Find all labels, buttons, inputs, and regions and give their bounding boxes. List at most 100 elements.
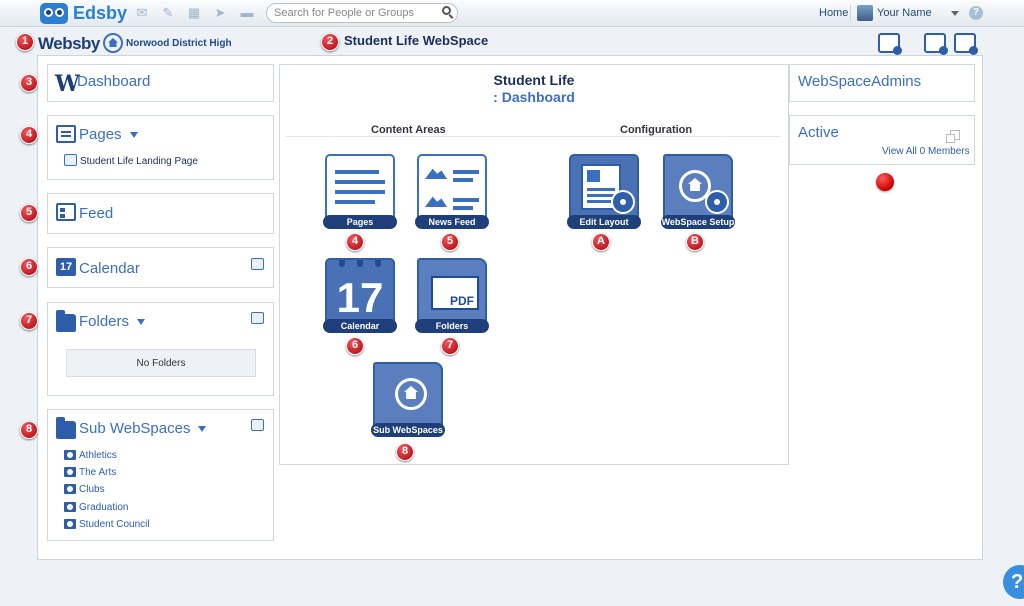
chevron-down-icon[interactable] [129,132,138,139]
calendar-tile-icon: 17 [325,258,395,326]
subspace-icon [64,484,76,494]
subspace-link[interactable]: Graduation [79,502,128,513]
subspace-icon [64,450,76,460]
folders-title[interactable]: Folders [79,313,146,330]
center-title: Student Life [493,72,575,88]
subspace-link[interactable]: Clubs [79,484,105,495]
marker-4: 4 [20,126,38,144]
calendar-icon [56,258,76,276]
marker-2: 2 [321,33,339,51]
marker-5: 5 [20,204,38,222]
webspace-setup-icon[interactable] [954,33,978,55]
folders-empty-state: No Folders [66,349,256,377]
websby-logo[interactable]: Websby [38,34,100,54]
folders-tile[interactable]: PDF Folders [415,258,489,334]
mail-icon[interactable]: ✉ [134,6,150,20]
edit-layout-icon[interactable] [924,33,948,55]
subspaces-title[interactable]: Sub WebSpaces [79,420,207,437]
webspace-setup-tile-icon [663,154,733,222]
pages-tile-label: Pages [323,215,397,229]
subspaces-tile-label: Sub WebSpaces [371,423,445,437]
marker-8: 8 [20,421,38,439]
subspaces-icon [56,417,76,439]
configuration-heading: Configuration [620,124,693,136]
folders-icon [56,310,76,332]
edit-layout-tile-label: Edit Layout [567,215,641,229]
subspaces-tile[interactable]: Sub WebSpaces [371,362,445,438]
add-event-icon[interactable] [251,258,264,270]
marker-1: 1 [16,33,34,51]
divider [850,5,851,21]
calendar-tile[interactable]: 17 Calendar [323,258,397,334]
add-member-icon[interactable] [878,33,902,55]
calendar-icon[interactable]: ▦ [186,6,202,20]
news-feed-tile[interactable]: News Feed [415,154,489,230]
subspace-icon [64,519,76,529]
feed-title[interactable]: Feed [79,205,113,222]
copy-icon[interactable] [946,130,960,143]
dashboard-title[interactable]: Dashboard [77,73,150,90]
marker-7: 7 [20,312,38,330]
marker-b: B [686,233,704,251]
chevron-down-icon[interactable] [951,11,959,16]
marker-5: 5 [441,233,459,251]
webspace-setup-tile[interactable]: WebSpace Setup [661,154,735,230]
edit-layout-tile[interactable]: Edit Layout [567,154,641,230]
center-subtitle: : Dashboard [493,89,575,105]
add-folder-icon[interactable] [251,312,264,324]
folder-icon[interactable]: ▬ [239,6,255,20]
pages-panel [47,115,274,180]
subspaces-tile-icon [373,362,443,430]
websby-w-icon: W [55,71,80,97]
add-subspace-icon[interactable] [251,419,264,431]
chevron-down-icon[interactable] [137,319,146,326]
school-icon[interactable] [103,33,123,53]
subspace-link[interactable]: Student Council [79,519,150,530]
folders-tile-icon: PDF [417,258,487,326]
news-feed-tile-label: News Feed [415,215,489,229]
calendar-title[interactable]: Calendar [79,260,140,277]
help-icon[interactable]: ? [1003,565,1024,599]
pages-tile-icon [325,154,395,222]
pages-icon [56,125,76,143]
avatar[interactable] [857,5,873,21]
user-name[interactable]: Your Name [877,7,932,19]
pages-tile[interactable]: Pages [323,154,397,230]
subspace-link[interactable]: The Arts [79,467,116,478]
marker-6: 6 [20,258,38,276]
search-input[interactable] [266,3,458,23]
marker-a: A [592,233,610,251]
news-feed-tile-icon [417,154,487,222]
help-icon[interactable]: ? [969,6,983,20]
pages-title[interactable]: Pages [79,126,138,143]
webspace-setup-tile-label: WebSpace Setup [661,215,735,229]
subspace-icon [64,467,76,477]
divider [286,136,780,137]
calendar-tile-label: Calendar [323,319,397,333]
school-name[interactable]: Norwood District High [126,38,232,49]
page-link-landing[interactable]: Student Life Landing Page [80,156,198,167]
marker-6: 6 [346,337,364,355]
content-areas-heading: Content Areas [371,124,446,136]
edit-layout-tile-icon [569,154,639,222]
admins-title[interactable]: WebSpaceAdmins [798,73,921,90]
marker-8: 8 [396,443,414,461]
edit-icon[interactable]: ✎ [160,6,176,20]
status-indicator [876,173,894,191]
view-all-members-link[interactable]: View All 0 Members [882,146,970,157]
page-title: Student Life WebSpace [344,33,489,48]
page-icon [64,154,77,166]
send-icon[interactable]: ➤ [212,6,228,20]
active-title: Active [798,124,839,141]
edsby-owl-icon[interactable] [40,3,68,24]
subspace-icon [64,502,76,512]
chevron-down-icon[interactable] [198,426,207,433]
brand-name[interactable]: Edsby [73,3,127,24]
folders-tile-label: Folders [415,319,489,333]
search-icon[interactable] [442,6,451,15]
subspace-link[interactable]: Athletics [79,450,117,461]
home-link[interactable]: Home [819,7,848,19]
top-bar: Edsby ✉ ✎ ▦ ➤ ▬ Home Your Name ? [0,0,1024,27]
marker-4: 4 [346,233,364,251]
marker-7: 7 [441,337,459,355]
